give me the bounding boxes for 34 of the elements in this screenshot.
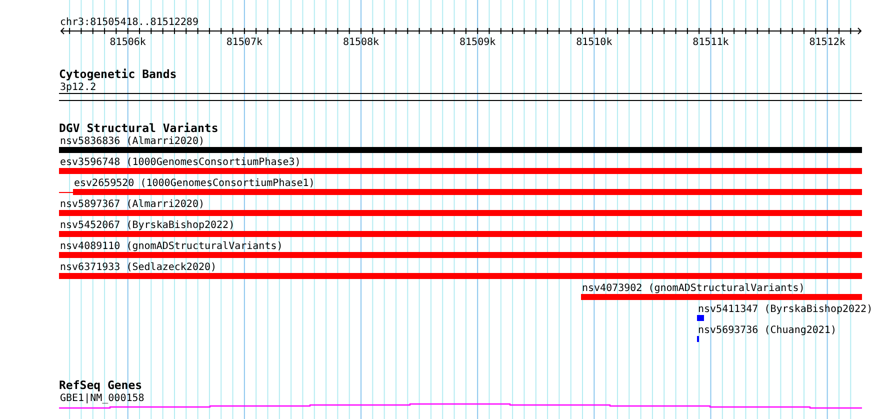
variant-bar[interactable] [59,252,862,258]
tick-label: 81510k [576,37,612,48]
tick-label: 81508k [342,37,380,48]
variant-bar[interactable] [59,147,862,153]
variant-bar[interactable] [59,231,862,237]
tick-label: 81507k [226,37,262,48]
variant-label: nsv6371933 (Sedlazeck2020) [60,262,217,273]
tick-label: 81506k [110,37,146,48]
variant-label: nsv4073902 (gnomADStructuralVariants) [582,283,805,294]
variant-label: nsv5836836 (Almarri2020) [60,136,204,147]
tick-label: 81512k [809,37,846,48]
track-title: Cytogenetic Bands [59,67,177,81]
variant-bar[interactable] [581,294,862,300]
variant-bar[interactable] [59,168,862,174]
tick-label: 81511k [692,37,729,48]
variant-bar[interactable] [697,315,704,321]
variant-label: nsv5411347 (ByrskaBishop2022) [698,304,873,315]
variant-label: esv2659520 (1000GenomesConsortiumPhase1) [74,178,315,189]
variant-label: nsv5452067 (ByrskaBishop2022) [60,220,235,231]
band-label: 3p12.2 [60,82,96,93]
gene-drawing[interactable] [59,403,862,409]
variant-label: nsv4089110 (gnomADStructuralVariants) [60,241,283,252]
variant-label: nsv5693736 (Chuang2021) [698,325,836,336]
band-drawing[interactable] [58,93,862,101]
variant-label: nsv5897367 (Almarri2020) [60,199,204,210]
tick-label: 81509k [460,37,496,48]
variant-bar[interactable] [59,273,862,279]
track-title: DGV Structural Variants [59,121,218,135]
gene-label: GBE1|NM_000158 [60,393,144,404]
location-label: chr3:81505418..81512289 [60,17,198,28]
variant-bar[interactable] [59,210,862,216]
track-title: RefSeq Genes [59,378,142,392]
variant-bar[interactable] [58,189,862,195]
variant-label: esv3596748 (1000GenomesConsortiumPhase3) [60,157,301,168]
